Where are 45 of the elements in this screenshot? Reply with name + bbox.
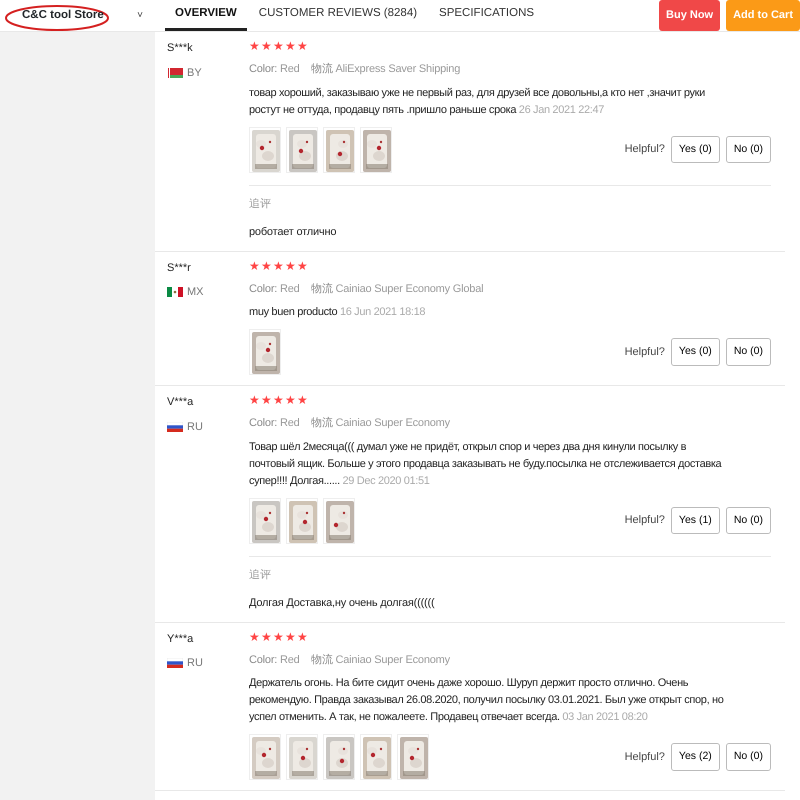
review-text: muy buen producto 16 Jun 2021 18:18: [249, 305, 426, 320]
star-rating: ★★★★★: [249, 394, 309, 406]
tab[interactable]: CUSTOMER REVIEWS (8284): [248, 0, 428, 31]
helpful-label: Helpful?: [624, 344, 665, 360]
chevron-icon[interactable]: ˅: [137, 8, 143, 23]
helpful-label: Helpful?: [624, 750, 665, 765]
flag-icon: [167, 68, 183, 78]
reviewer-name: S***r: [167, 260, 192, 276]
flag-icon: [167, 422, 183, 432]
no-button[interactable]: No (0): [726, 136, 771, 164]
country-code: MX: [187, 285, 204, 300]
review-text: товар хороший, заказываю уже не первый раз, для друзей все довольны,а кто нет ,значит руки ростут не оттуда, продавцу пять .пришло раньше срока 26 Jan 2021 22:47: [249, 86, 706, 118]
star-rating: ★★★★★: [249, 40, 309, 52]
review-meta: Color: Red 物流 Cainiao Super Economy: [249, 416, 451, 431]
tab[interactable]: SPECIFICATIONS: [429, 0, 544, 31]
yes-button[interactable]: Yes (0): [670, 338, 720, 366]
review-text: Товар шёл 2месяца((( думал уже не придёт, открыл спор и через два дня кинули посылку в почтовый ящик. Больше у этого продавца заказывать не буду.посылка не отслеживается доставка супер!!!! Долгая...... 29 Dec 2020 01:51: [249, 440, 723, 488]
yes-button[interactable]: Yes (1): [670, 506, 720, 534]
buy-now-button[interactable]: Buy Now: [659, 0, 720, 31]
review-text: Держатель огонь. На бите сидит очень даже хорошо. Шуруп держит просто отлично. Очень рекомендую. Правда заказывал 26.08.2020, получил посылку 03.01.2021. Был уже открыт спор, но успел отменить. А так, не пожалеете. Продавец отвечает всегда. 03 Jan 2021 08:20: [249, 676, 724, 725]
helpful-label: Helpful?: [624, 513, 665, 528]
followup-text: Долгая Доставка,ну очень долгая((((((: [249, 596, 436, 611]
flag-icon: [167, 658, 183, 668]
yes-button[interactable]: Yes (2): [670, 743, 720, 771]
no-button[interactable]: No (0): [726, 743, 771, 771]
followup-label: 追评: [249, 196, 272, 212]
yes-button[interactable]: Yes (0): [670, 136, 720, 164]
star-rating: ★★★★★: [249, 630, 309, 642]
followup-text: роботает отлично: [249, 225, 338, 240]
helpful-label: Helpful?: [624, 142, 665, 158]
flag-icon: [167, 287, 183, 298]
reviewer-name: Y***a: [167, 632, 194, 646]
tab[interactable]: OVERVIEW: [165, 0, 247, 31]
followup-label: 追评: [249, 568, 272, 582]
country-code: RU: [187, 420, 203, 434]
review-meta: Color: Red 物流 Cainiao Super Economy Global: [249, 282, 484, 296]
no-button[interactable]: No (0): [726, 338, 771, 366]
no-button[interactable]: No (0): [726, 506, 771, 534]
country-code: BY: [187, 66, 202, 80]
star-rating: ★★★★★: [249, 260, 309, 272]
reviewer-name: V***a: [167, 395, 194, 410]
review-meta: Color: Red 物流 AliExpress Saver Shipping: [249, 62, 462, 77]
reviewer-name: S***k: [167, 41, 194, 56]
country-code: RU: [187, 656, 203, 671]
review-meta: Color: Red 物流 Cainiao Super Economy: [249, 652, 451, 668]
